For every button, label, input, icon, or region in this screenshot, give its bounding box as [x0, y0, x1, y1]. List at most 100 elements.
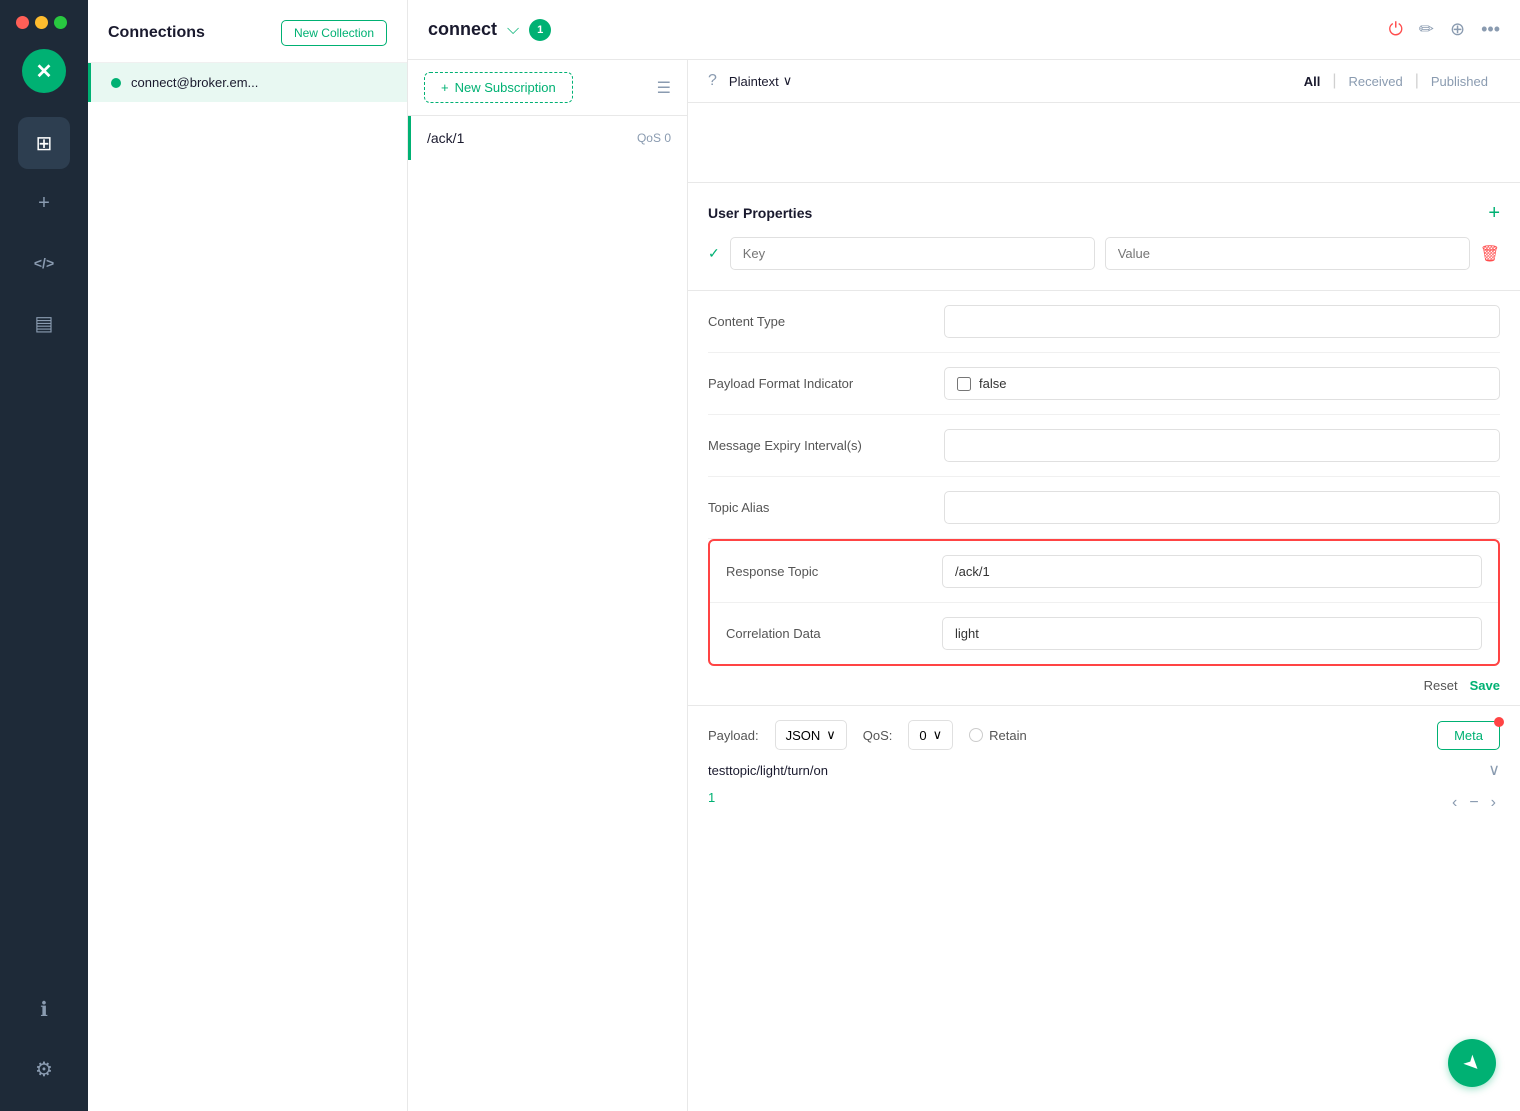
- connection-item[interactable]: connect@broker.em...: [88, 63, 407, 102]
- filter-bar: ? Plaintext ∨ All | Received | Published: [688, 60, 1520, 103]
- add-icon: +: [38, 192, 50, 215]
- chevron-down-icon: ∨: [933, 727, 943, 743]
- subscription-topic: /ack/1: [427, 130, 627, 146]
- fields-section: Content Type Payload Format Indicator fa…: [688, 291, 1520, 539]
- content-type-input[interactable]: [944, 305, 1500, 338]
- topic-alias-label: Topic Alias: [708, 500, 928, 515]
- correlation-data-input[interactable]: [942, 617, 1482, 650]
- plus-icon: +: [441, 80, 449, 95]
- sidebar-item-connections[interactable]: ⊞: [18, 117, 70, 169]
- prev-arrow[interactable]: ‹: [1448, 790, 1461, 816]
- traffic-lights: [0, 16, 67, 29]
- split-layout: + New Subscription ☰ /ack/1 QoS 0 ? Plai…: [408, 60, 1520, 1111]
- chevron-down-icon: ∨: [826, 727, 836, 743]
- tab-all[interactable]: All: [1292, 74, 1333, 89]
- filter-tabs: All | Received | Published: [1292, 72, 1500, 90]
- traffic-light-yellow[interactable]: [35, 16, 48, 29]
- connection-status-dot: [111, 78, 121, 88]
- response-topic-input[interactable]: [942, 555, 1482, 588]
- topic-row: testtopic/light/turn/on ∨: [708, 760, 1500, 780]
- property-value-input[interactable]: [1105, 237, 1470, 270]
- payload-area: 1 ‹ − ›: [708, 790, 1500, 816]
- minus-arrow[interactable]: −: [1465, 790, 1482, 816]
- connections-header: Connections New Collection: [88, 0, 407, 63]
- action-row: Reset Save: [688, 666, 1520, 705]
- tab-received[interactable]: Received: [1337, 74, 1415, 89]
- help-icon[interactable]: ?: [708, 72, 717, 90]
- send-button[interactable]: ➤: [1448, 1039, 1496, 1087]
- correlation-data-label: Correlation Data: [726, 626, 926, 641]
- next-arrow[interactable]: ›: [1487, 790, 1500, 816]
- qos-label: QoS:: [863, 728, 893, 743]
- subscriptions-panel: + New Subscription ☰ /ack/1 QoS 0: [408, 60, 688, 1111]
- property-key-input[interactable]: [730, 237, 1095, 270]
- topic-alias-input[interactable]: [944, 491, 1500, 524]
- publish-bar: Payload: JSON ∨ QoS: 0 ∨ Retain: [688, 705, 1520, 830]
- payload-format-field: false: [944, 367, 1500, 400]
- content-type-row: Content Type: [708, 291, 1500, 353]
- retain-label-text: Retain: [989, 728, 1027, 743]
- response-topic-label: Response Topic: [726, 564, 926, 579]
- connection-badge: 1: [529, 19, 551, 41]
- payload-format-checkbox[interactable]: [957, 377, 971, 391]
- topic-chevron-icon[interactable]: ∨: [1488, 760, 1500, 780]
- connection-name: connect@broker.em...: [131, 75, 258, 90]
- user-properties-section: User Properties + ✓ 🗑: [688, 183, 1520, 291]
- payload-format-select[interactable]: JSON ∨: [775, 720, 847, 750]
- publish-controls: Payload: JSON ∨ QoS: 0 ∨ Retain: [708, 720, 1500, 750]
- right-panel-container: ? Plaintext ∨ All | Received | Published: [688, 60, 1520, 1111]
- add-tab-icon[interactable]: ⊕: [1450, 19, 1465, 40]
- qos-select[interactable]: 0 ∨: [908, 720, 953, 750]
- main-content: connect ⌵ 1 ⏻ ✏ ⊕ ••• + New Subscription…: [408, 0, 1520, 1111]
- power-icon[interactable]: ⏻: [1389, 19, 1403, 40]
- traffic-light-red[interactable]: [16, 16, 29, 29]
- sidebar-item-database[interactable]: ▤: [18, 297, 70, 349]
- expiry-interval-row: Message Expiry Interval(s): [708, 415, 1500, 477]
- sidebar-item-code[interactable]: </>: [18, 237, 70, 289]
- payload-format-text: JSON: [786, 728, 821, 743]
- sidebar-item-settings[interactable]: ⚙: [18, 1043, 70, 1095]
- filter-icon[interactable]: ☰: [657, 78, 671, 98]
- delete-property-icon[interactable]: 🗑: [1480, 244, 1500, 264]
- sidebar-item-add[interactable]: +: [18, 177, 70, 229]
- chevron-down-icon[interactable]: ⌵: [507, 21, 519, 39]
- payload-format-value: false: [979, 376, 1006, 391]
- correlation-data-row: Correlation Data: [710, 603, 1498, 664]
- settings-icon: ⚙: [35, 1057, 53, 1082]
- user-property-row: ✓ 🗑: [708, 237, 1500, 270]
- retain-radio[interactable]: [969, 728, 983, 742]
- chevron-down-icon: ∨: [783, 73, 793, 89]
- message-area: [688, 103, 1520, 183]
- connections-icon: ⊞: [36, 131, 53, 156]
- qos-value: 0: [919, 728, 926, 743]
- add-property-button[interactable]: +: [1488, 203, 1500, 223]
- sidebar-item-info[interactable]: ℹ: [18, 983, 70, 1035]
- expiry-interval-input[interactable]: [944, 429, 1500, 462]
- tab-published[interactable]: Published: [1419, 74, 1500, 89]
- highlighted-section: Response Topic Correlation Data: [708, 539, 1500, 666]
- meta-button[interactable]: Meta: [1437, 721, 1500, 750]
- subscription-item[interactable]: /ack/1 QoS 0: [408, 116, 687, 160]
- subscription-qos: QoS 0: [637, 131, 671, 145]
- content-type-label: Content Type: [708, 314, 928, 329]
- app-logo: ✕: [22, 49, 66, 93]
- new-collection-button[interactable]: New Collection: [281, 20, 387, 46]
- retain-control: Retain: [969, 728, 1027, 743]
- publish-topic[interactable]: testtopic/light/turn/on: [708, 763, 828, 778]
- topbar-actions: ⏻ ✏ ⊕ •••: [1389, 19, 1500, 40]
- subscriptions-toolbar: + New Subscription ☰: [408, 60, 687, 116]
- format-label: Plaintext: [729, 74, 779, 89]
- payload-format-row: Payload Format Indicator false: [708, 353, 1500, 415]
- edit-icon[interactable]: ✏: [1419, 19, 1434, 40]
- save-button[interactable]: Save: [1470, 678, 1500, 693]
- new-subscription-button[interactable]: + New Subscription: [424, 72, 573, 103]
- payload-value[interactable]: 1: [708, 790, 715, 805]
- traffic-light-green[interactable]: [54, 16, 67, 29]
- send-icon: ➤: [1457, 1048, 1487, 1078]
- reset-button[interactable]: Reset: [1424, 678, 1458, 693]
- sidebar: ✕ ⊞ + </> ▤ ℹ ⚙: [0, 0, 88, 1111]
- more-icon[interactable]: •••: [1481, 19, 1500, 40]
- format-selector[interactable]: Plaintext ∨: [729, 73, 792, 89]
- payload-label: Payload:: [708, 728, 759, 743]
- response-topic-row: Response Topic: [710, 541, 1498, 603]
